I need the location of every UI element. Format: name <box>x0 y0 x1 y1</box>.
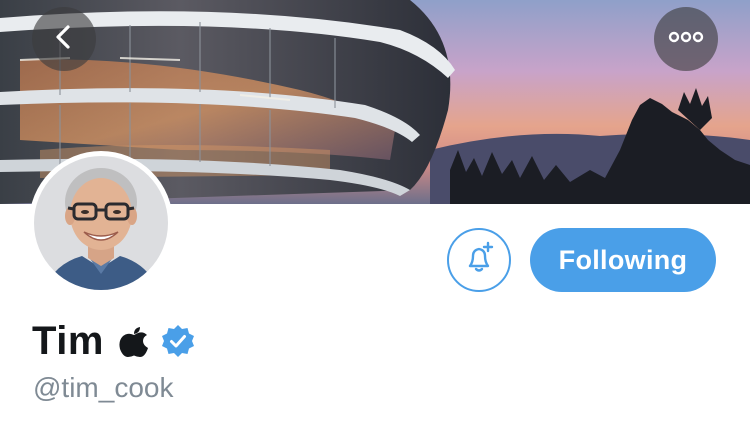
back-button[interactable] <box>32 7 96 71</box>
following-button[interactable]: Following <box>530 228 716 292</box>
more-horizontal-icon <box>668 30 704 48</box>
username-handle: @tim_cook <box>33 372 174 403</box>
notifications-button[interactable] <box>447 228 511 292</box>
display-name: Tim <box>32 318 104 363</box>
more-options-button[interactable] <box>654 7 718 71</box>
verified-checkmark-icon <box>160 323 196 359</box>
apple-logo-icon <box>118 323 150 359</box>
avatar[interactable] <box>29 151 173 295</box>
profile-photo <box>34 156 168 290</box>
bell-plus-icon <box>461 240 497 281</box>
profile-name-row: Tim <box>32 316 196 366</box>
chevron-left-icon <box>49 22 79 57</box>
